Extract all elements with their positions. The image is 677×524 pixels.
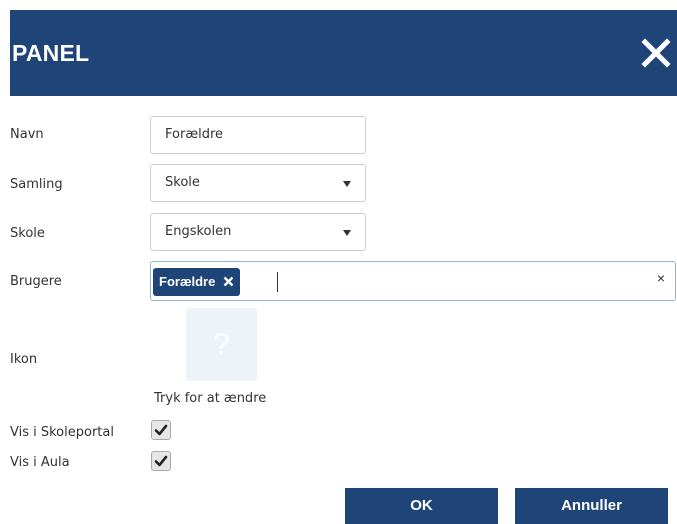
name-input[interactable]: Forældre (150, 116, 366, 154)
close-icon (641, 38, 671, 68)
ok-button[interactable]: OK (345, 488, 498, 524)
name-input-value: Forældre (165, 127, 223, 142)
icon-picker[interactable]: ? (186, 308, 257, 381)
chevron-down-icon (343, 181, 351, 187)
text-cursor (277, 272, 278, 292)
school-label: Skole (10, 226, 45, 241)
users-label: Brugere (10, 274, 62, 289)
panel-title: PANEL (12, 40, 90, 66)
icon-change-hint: Tryk for at ændre (154, 391, 267, 406)
name-label: Navn (10, 127, 44, 142)
user-tag-label: Forældre (159, 274, 216, 289)
cancel-button[interactable]: Annuller (515, 488, 668, 524)
icon-label: Ikon (10, 352, 38, 367)
clear-all-button[interactable]: × (657, 270, 665, 286)
aula-label: Vis i Aula (10, 455, 70, 470)
panel-header: PANEL (10, 10, 677, 96)
school-portal-checkbox[interactable] (151, 420, 171, 440)
school-portal-label: Vis i Skoleportal (10, 425, 114, 440)
close-button[interactable] (641, 38, 671, 68)
tag-remove-button[interactable] (223, 269, 234, 297)
collection-label: Samling (10, 177, 63, 192)
close-icon (223, 276, 234, 287)
chevron-down-icon (343, 230, 351, 236)
checkmark-icon (154, 424, 168, 436)
checkmark-icon (154, 455, 168, 467)
school-select-value: Engskolen (165, 224, 232, 239)
collection-select[interactable]: Skole (150, 164, 366, 202)
question-icon: ? (213, 328, 230, 361)
user-tag: Forældre (153, 268, 240, 296)
aula-checkbox[interactable] (151, 451, 171, 471)
school-select[interactable]: Engskolen (150, 213, 366, 251)
users-tag-input[interactable]: Forældre × (150, 261, 676, 301)
collection-select-value: Skole (165, 175, 200, 190)
